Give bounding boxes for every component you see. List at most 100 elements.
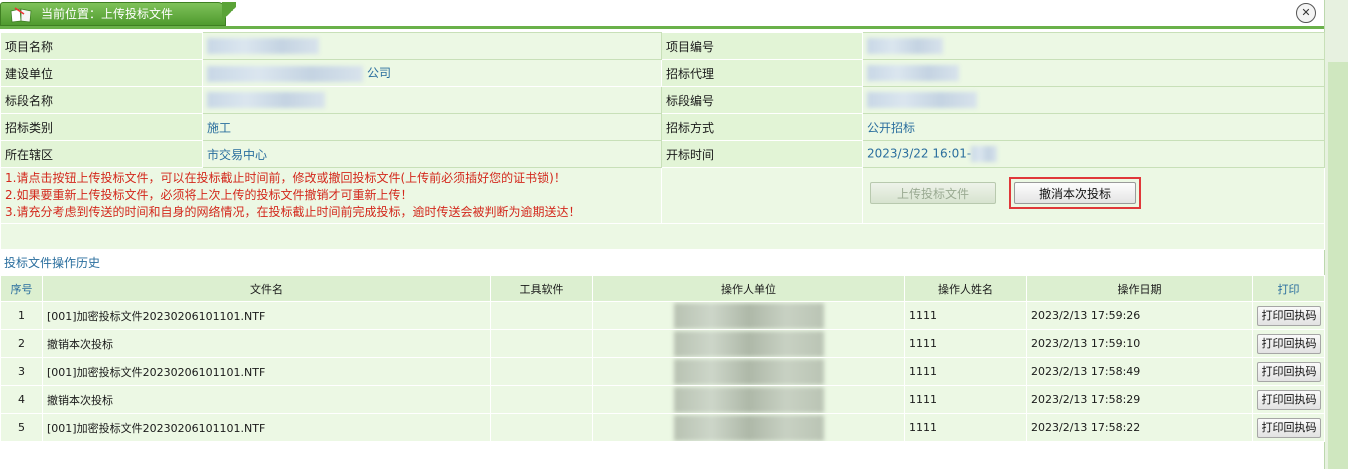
table-row: 5 [001]加密投标文件20230206101101.NTF 1111 202… [0, 413, 1325, 442]
project-info-table: 项目名称 项目编号 建设单位 公司 招标代理 标段名称 标段编号 招标类别 施工… [0, 32, 1325, 250]
location-tab: 当前位置：上传投标文件 [0, 2, 226, 26]
book-icon [10, 7, 32, 23]
row-no: 1 [0, 301, 43, 330]
section-no-value [862, 86, 1325, 114]
row-no: 3 [0, 357, 43, 386]
category-label: 招标类别 [0, 113, 203, 141]
open-time-text: 2023/3/22 16:01- [867, 146, 972, 161]
cancel-button-highlight: 撤消本次投标 [1009, 177, 1141, 209]
row-file: 撤销本次投标 [42, 329, 491, 358]
col-org: 操作人单位 [592, 275, 905, 302]
action-buttons-cell: 上传投标文件 撤消本次投标 [862, 167, 1325, 224]
col-no: 序号 [0, 275, 43, 302]
empty-row [0, 223, 1325, 250]
open-time-label: 开标时间 [661, 140, 863, 168]
col-tool: 工具软件 [490, 275, 593, 302]
right-scrollbar-thumb[interactable] [1328, 62, 1348, 469]
col-print: 打印 [1252, 275, 1325, 302]
row-date: 2023/2/13 17:58:49 [1026, 357, 1253, 386]
row-tool [490, 385, 593, 414]
project-no-label: 项目编号 [661, 32, 863, 60]
row-operator: 1111 [904, 413, 1027, 442]
row-org [592, 357, 905, 386]
print-receipt-button[interactable]: 打印回执码 [1257, 417, 1321, 438]
row-date: 2023/2/13 17:59:26 [1026, 301, 1253, 330]
row-no: 2 [0, 329, 43, 358]
table-row: 3 [001]加密投标文件20230206101101.NTF 1111 202… [0, 357, 1325, 386]
row-date: 2023/2/13 17:58:29 [1026, 385, 1253, 414]
col-file: 文件名 [42, 275, 491, 302]
redacted-block [673, 386, 824, 413]
row-org [592, 329, 905, 358]
col-date: 操作日期 [1026, 275, 1253, 302]
open-time-value: 2023/3/22 16:01- [862, 140, 1325, 168]
project-no-value [862, 32, 1325, 60]
row-tool [490, 357, 593, 386]
print-receipt-button[interactable]: 打印回执码 [1257, 333, 1321, 354]
redacted-block [867, 65, 959, 81]
category-value: 施工 [202, 113, 662, 141]
row-file: [001]加密投标文件20230206101101.NTF [42, 357, 491, 386]
method-value: 公开招标 [862, 113, 1325, 141]
row-org [592, 413, 905, 442]
table-row: 4 撤销本次投标 1111 2023/2/13 17:58:29 打印回执码 [0, 385, 1325, 414]
row-file: [001]加密投标文件20230206101101.NTF [42, 413, 491, 442]
district-label: 所在辖区 [0, 140, 203, 168]
row-tool [490, 413, 593, 442]
close-icon[interactable]: ✕ [1296, 3, 1316, 23]
redacted-block [673, 358, 824, 385]
print-receipt-button[interactable]: 打印回执码 [1257, 389, 1321, 410]
row-file: 撤销本次投标 [42, 385, 491, 414]
redacted-block [867, 92, 977, 108]
note-line-1: 1.请点击按钮上传投标文件，可以在投标截止时间前，修改或撤回投标文件(上传前必须… [5, 171, 566, 185]
row-tool [490, 329, 593, 358]
redacted-block [207, 92, 325, 108]
tab-notch [222, 2, 236, 26]
row-date: 2023/2/13 17:58:22 [1026, 413, 1253, 442]
row-date: 2023/2/13 17:59:10 [1026, 329, 1253, 358]
agent-value [862, 59, 1325, 87]
builder-suffix: 公司 [367, 66, 392, 81]
table-row: 1 [001]加密投标文件20230206101101.NTF 1111 202… [0, 301, 1325, 330]
method-label: 招标方式 [661, 113, 863, 141]
redacted-block [673, 414, 824, 441]
window-title: 当前位置：上传投标文件 [41, 7, 174, 21]
col-operator: 操作人姓名 [904, 275, 1027, 302]
row-operator: 1111 [904, 385, 1027, 414]
print-receipt-button[interactable]: 打印回执码 [1257, 361, 1321, 382]
row-operator: 1111 [904, 329, 1027, 358]
row-file: [001]加密投标文件20230206101101.NTF [42, 301, 491, 330]
row-print-cell: 打印回执码 [1252, 385, 1325, 414]
row-tool [490, 301, 593, 330]
print-receipt-button[interactable]: 打印回执码 [1257, 305, 1321, 326]
redacted-block [867, 38, 943, 54]
row-print-cell: 打印回执码 [1252, 413, 1325, 442]
upload-notes: 1.请点击按钮上传投标文件，可以在投标截止时间前，修改或撤回投标文件(上传前必须… [0, 167, 662, 224]
note-line-2: 2.如果要重新上传投标文件，必须将上次上传的投标文件撤销才可重新上传！ [5, 188, 413, 202]
builder-label: 建设单位 [0, 59, 203, 87]
redacted-block [207, 65, 363, 82]
note-line-3: 3.请充分考虑到传送的时间和自身的网络情况，在投标截止时间前完成投标，逾时传送会… [5, 205, 581, 219]
cancel-bid-button[interactable]: 撤消本次投标 [1014, 182, 1136, 204]
row-no: 5 [0, 413, 43, 442]
project-name-value [202, 32, 662, 60]
redacted-block [207, 38, 319, 54]
section-name-label: 标段名称 [0, 86, 203, 114]
history-table: 序号 文件名 工具软件 操作人单位 操作人姓名 操作日期 打印 1 [001]加… [0, 275, 1325, 442]
builder-value: 公司 [202, 59, 662, 87]
district-value: 市交易中心 [202, 140, 662, 168]
notes-spacer [661, 167, 863, 224]
row-no: 4 [0, 385, 43, 414]
project-name-label: 项目名称 [0, 32, 203, 60]
redacted-block [673, 330, 824, 357]
row-operator: 1111 [904, 357, 1027, 386]
row-print-cell: 打印回执码 [1252, 357, 1325, 386]
redacted-block [971, 146, 998, 162]
upload-bid-file-button[interactable]: 上传投标文件 [870, 182, 996, 204]
row-print-cell: 打印回执码 [1252, 329, 1325, 358]
table-row: 2 撤销本次投标 1111 2023/2/13 17:59:10 打印回执码 [0, 329, 1325, 358]
row-operator: 1111 [904, 301, 1027, 330]
section-no-label: 标段编号 [661, 86, 863, 114]
history-title: 投标文件操作历史 [4, 256, 101, 270]
history-header-row: 序号 文件名 工具软件 操作人单位 操作人姓名 操作日期 打印 [0, 275, 1325, 302]
